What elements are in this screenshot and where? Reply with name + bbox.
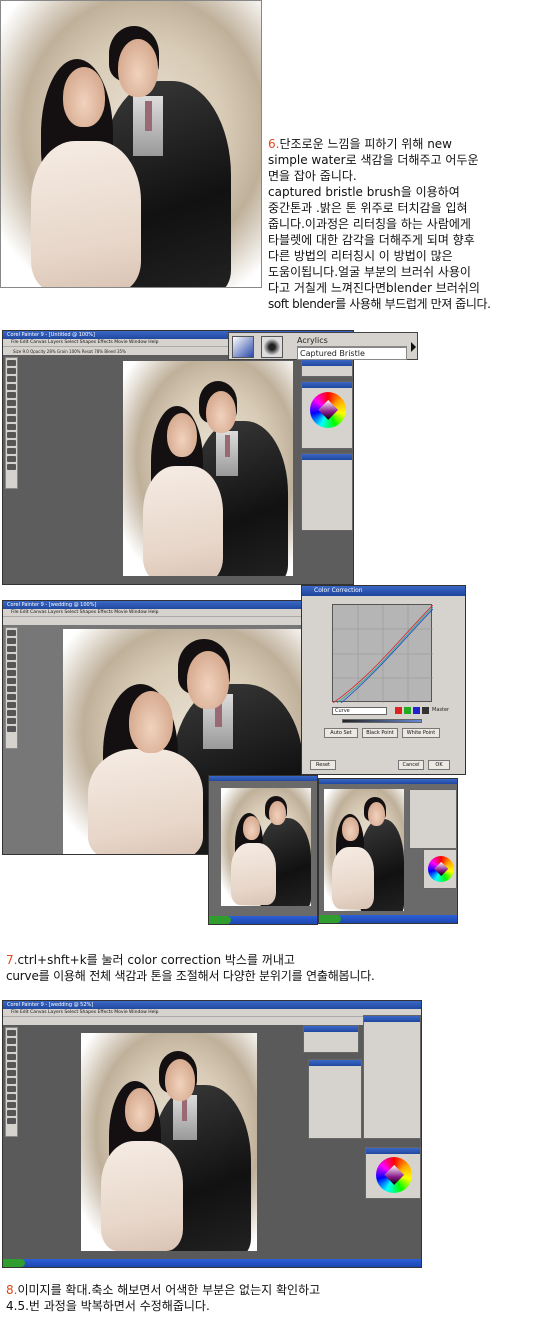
- window-title: Corel Painter 9 - [wedding @ 100%]: [3, 601, 301, 609]
- ok-button[interactable]: OK: [428, 760, 450, 770]
- auto-set-button[interactable]: Auto Set: [324, 728, 358, 738]
- painter-window-small-1: [208, 775, 318, 925]
- canvas-small-1: [221, 788, 311, 906]
- color-wheel[interactable]: [376, 1157, 412, 1193]
- step7-caption: 7.ctrl+shft+k를 눌러 color correction 박스를 꺼…: [6, 952, 536, 984]
- brush-controls-panel[interactable]: [363, 1015, 421, 1139]
- red-channel-swatch[interactable]: [395, 707, 402, 714]
- property-bar[interactable]: [3, 616, 301, 625]
- step8-line-1: 이미지를 확대.축소 해보면서 어색한 부분은 없는지 확인하고: [17, 1283, 321, 1297]
- painter-window-3: Corel Painter 9 - [wedding @ 52%] File E…: [2, 1000, 422, 1268]
- curve-graph[interactable]: [332, 604, 433, 703]
- step6-line-4: captured bristle brush을 이용하여: [268, 185, 460, 199]
- reset-button[interactable]: Reset: [310, 760, 336, 770]
- layers-panel[interactable]: [301, 453, 353, 531]
- small-panel: [409, 789, 457, 849]
- final-portrait-top: [0, 0, 262, 288]
- master-swatch[interactable]: [422, 707, 429, 714]
- dialog-title: Color Correction: [302, 586, 465, 596]
- color-correction-dialog[interactable]: Color Correction Curve Master Auto Set B…: [301, 585, 466, 775]
- step6-number: 6.: [268, 137, 280, 151]
- small-colors-panel: [423, 849, 457, 889]
- step6-line-10: 다고 거칠게 느껴진다면blender 브러쉬의: [268, 281, 480, 295]
- brightness-slider[interactable]: [342, 719, 422, 723]
- black-point-button[interactable]: Black Point: [362, 728, 398, 738]
- green-channel-swatch[interactable]: [404, 707, 411, 714]
- brush-variant-label[interactable]: Captured Bristle: [297, 347, 407, 360]
- step6-line-8: 다른 방법의 리터칭시 이 방법이 많은: [268, 249, 453, 263]
- step8-line-2: 4.5.번 과정을 박복하면서 수정해줍니다.: [6, 1299, 210, 1313]
- canvas-small-2: [324, 789, 404, 911]
- step6-line-7: 타블렛에 대한 감각을 더해주게 되며 향후: [268, 233, 475, 247]
- toolbox[interactable]: [5, 357, 18, 489]
- colors-panel[interactable]: [301, 381, 353, 449]
- color-wheel[interactable]: [310, 392, 346, 428]
- canvas-3[interactable]: [81, 1033, 257, 1251]
- painter-window-small-2: [318, 778, 458, 924]
- taskbar[interactable]: [3, 1259, 421, 1267]
- canvas-1[interactable]: [123, 361, 293, 576]
- toolbox[interactable]: [5, 1027, 18, 1137]
- brush-variant-panel[interactable]: [301, 359, 353, 377]
- step6-caption: 6.단조로운 느낌을 피하기 위해 new simple water로 색감을 …: [268, 136, 540, 312]
- step6-line-11: soft blender를 사용해 부드럽게 만져 줍니다.: [268, 297, 491, 311]
- step6-line-5: 중간톤과 .밝은 톤 위주로 터치감을 입혀: [268, 201, 468, 215]
- step6-line-3: 면을 잡아 줍니다.: [268, 169, 357, 183]
- step7-line-2: curve를 이용해 전체 색감과 톤을 조절해서 다양한 분위기를 연출해봅니…: [6, 969, 375, 983]
- painter-window-1: Corel Painter 9 - [Untitled @ 100%] File…: [2, 330, 354, 585]
- brush-selector-bar[interactable]: Acrylics Captured Bristle: [228, 332, 418, 360]
- brush-category-icon[interactable]: [232, 336, 254, 358]
- menu-bar[interactable]: File Edit Canvas Layers Select Shapes Ef…: [3, 609, 301, 616]
- window-title: Corel Painter 9 - [wedding @ 52%]: [3, 1001, 421, 1009]
- step6-line-2: simple water로 색감을 더해주고 어두운: [268, 153, 479, 167]
- step7-number: 7.: [6, 953, 18, 967]
- property-bar[interactable]: [3, 1016, 421, 1025]
- toolbox[interactable]: [5, 627, 18, 749]
- step6-line-1: 단조로운 느낌을 피하기 위해 new: [279, 137, 452, 151]
- brush-variant-icon[interactable]: [261, 336, 283, 358]
- step6-line-6: 줍니다.이과정은 리터칭을 하는 사람에게: [268, 217, 471, 231]
- white-point-button[interactable]: White Point: [402, 728, 440, 738]
- step8-number: 8.: [6, 1283, 18, 1297]
- blue-channel-swatch[interactable]: [413, 707, 420, 714]
- brush-category-label[interactable]: Acrylics: [297, 336, 407, 347]
- step6-line-9: 도움이됩니다.얼굴 부분의 브러쉬 사용이: [268, 265, 471, 279]
- step7-line-1: ctrl+shft+k를 눌러 color correction 박스를 꺼내고: [17, 953, 295, 967]
- menu-bar[interactable]: File Edit Canvas Layers Select Shapes Ef…: [3, 1009, 421, 1016]
- cancel-button[interactable]: Cancel: [398, 760, 424, 770]
- start-button[interactable]: [3, 1259, 25, 1267]
- curve-mode-select[interactable]: Curve: [332, 707, 387, 715]
- step8-caption: 8.이미지를 확대.축소 해보면서 어색한 부분은 없는지 확인하고 4.5.번…: [6, 1282, 536, 1314]
- play-arrow-icon[interactable]: [411, 342, 416, 352]
- colors-panel[interactable]: [365, 1147, 421, 1199]
- layers-panel[interactable]: [308, 1059, 362, 1139]
- master-label: Master: [432, 707, 450, 713]
- brush-variant-panel[interactable]: [303, 1025, 359, 1053]
